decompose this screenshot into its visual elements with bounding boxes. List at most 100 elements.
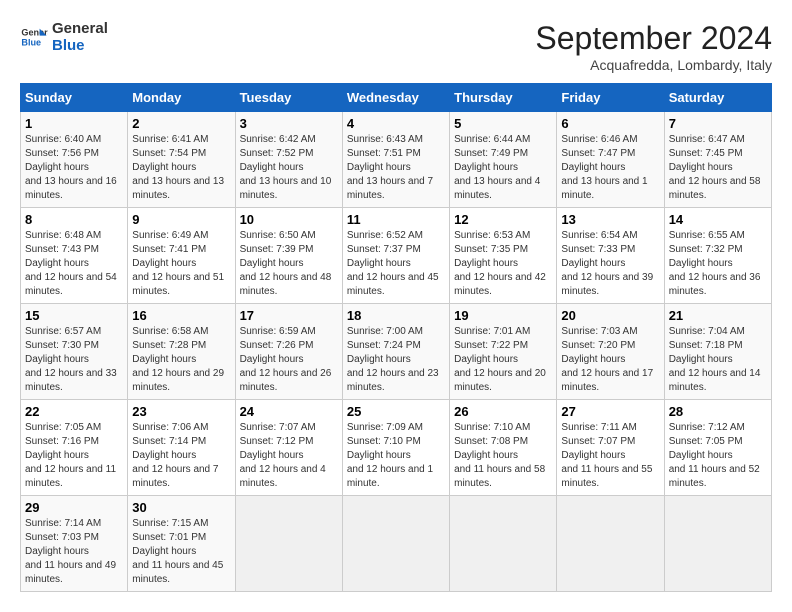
- day-number: 23: [132, 404, 230, 419]
- calendar-cell: 16 Sunrise: 6:58 AM Sunset: 7:28 PM Dayl…: [128, 304, 235, 400]
- day-info: Sunrise: 6:59 AM Sunset: 7:26 PM Dayligh…: [240, 325, 338, 395]
- day-info: Sunrise: 6:41 AM Sunset: 7:54 PM Dayligh…: [132, 133, 230, 203]
- day-number: 25: [347, 404, 445, 419]
- day-info: Sunrise: 6:55 AM Sunset: 7:32 PM Dayligh…: [669, 229, 767, 299]
- calendar-table: Sunday Monday Tuesday Wednesday Thursday…: [20, 83, 772, 592]
- calendar-subtitle: Acquafredda, Lombardy, Italy: [535, 57, 772, 73]
- calendar-cell: 19 Sunrise: 7:01 AM Sunset: 7:22 PM Dayl…: [450, 304, 557, 400]
- logo-icon: General Blue: [20, 23, 48, 51]
- calendar-cell: 26 Sunrise: 7:10 AM Sunset: 7:08 PM Dayl…: [450, 400, 557, 496]
- day-number: 17: [240, 308, 338, 323]
- calendar-cell: 18 Sunrise: 7:00 AM Sunset: 7:24 PM Dayl…: [342, 304, 449, 400]
- calendar-cell: 2 Sunrise: 6:41 AM Sunset: 7:54 PM Dayli…: [128, 112, 235, 208]
- calendar-cell: 7 Sunrise: 6:47 AM Sunset: 7:45 PM Dayli…: [664, 112, 771, 208]
- day-info: Sunrise: 7:05 AM Sunset: 7:16 PM Dayligh…: [25, 421, 123, 491]
- calendar-cell: 6 Sunrise: 6:46 AM Sunset: 7:47 PM Dayli…: [557, 112, 664, 208]
- calendar-cell: 1 Sunrise: 6:40 AM Sunset: 7:56 PM Dayli…: [21, 112, 128, 208]
- day-info: Sunrise: 7:12 AM Sunset: 7:05 PM Dayligh…: [669, 421, 767, 491]
- day-number: 11: [347, 212, 445, 227]
- day-number: 4: [347, 116, 445, 131]
- day-info: Sunrise: 6:44 AM Sunset: 7:49 PM Dayligh…: [454, 133, 552, 203]
- day-info: Sunrise: 7:03 AM Sunset: 7:20 PM Dayligh…: [561, 325, 659, 395]
- day-info: Sunrise: 7:10 AM Sunset: 7:08 PM Dayligh…: [454, 421, 552, 491]
- calendar-week-row: 1 Sunrise: 6:40 AM Sunset: 7:56 PM Dayli…: [21, 112, 772, 208]
- col-thursday: Thursday: [450, 84, 557, 112]
- calendar-body: 1 Sunrise: 6:40 AM Sunset: 7:56 PM Dayli…: [21, 112, 772, 592]
- svg-text:Blue: Blue: [21, 37, 41, 47]
- day-number: 9: [132, 212, 230, 227]
- title-area: September 2024 Acquafredda, Lombardy, It…: [535, 20, 772, 73]
- calendar-cell: 10 Sunrise: 6:50 AM Sunset: 7:39 PM Dayl…: [235, 208, 342, 304]
- calendar-cell: 14 Sunrise: 6:55 AM Sunset: 7:32 PM Dayl…: [664, 208, 771, 304]
- col-tuesday: Tuesday: [235, 84, 342, 112]
- calendar-cell: 21 Sunrise: 7:04 AM Sunset: 7:18 PM Dayl…: [664, 304, 771, 400]
- day-info: Sunrise: 6:50 AM Sunset: 7:39 PM Dayligh…: [240, 229, 338, 299]
- day-number: 5: [454, 116, 552, 131]
- day-number: 3: [240, 116, 338, 131]
- calendar-cell: 27 Sunrise: 7:11 AM Sunset: 7:07 PM Dayl…: [557, 400, 664, 496]
- day-number: 6: [561, 116, 659, 131]
- calendar-cell: 24 Sunrise: 7:07 AM Sunset: 7:12 PM Dayl…: [235, 400, 342, 496]
- col-friday: Friday: [557, 84, 664, 112]
- calendar-cell: [342, 496, 449, 592]
- day-number: 1: [25, 116, 123, 131]
- calendar-cell: 22 Sunrise: 7:05 AM Sunset: 7:16 PM Dayl…: [21, 400, 128, 496]
- col-monday: Monday: [128, 84, 235, 112]
- day-info: Sunrise: 7:00 AM Sunset: 7:24 PM Dayligh…: [347, 325, 445, 395]
- day-number: 13: [561, 212, 659, 227]
- calendar-cell: 8 Sunrise: 6:48 AM Sunset: 7:43 PM Dayli…: [21, 208, 128, 304]
- calendar-title: September 2024: [535, 20, 772, 57]
- day-number: 7: [669, 116, 767, 131]
- day-info: Sunrise: 6:54 AM Sunset: 7:33 PM Dayligh…: [561, 229, 659, 299]
- calendar-cell: [557, 496, 664, 592]
- day-number: 21: [669, 308, 767, 323]
- calendar-week-row: 22 Sunrise: 7:05 AM Sunset: 7:16 PM Dayl…: [21, 400, 772, 496]
- logo-text: General Blue: [52, 20, 108, 54]
- calendar-cell: 23 Sunrise: 7:06 AM Sunset: 7:14 PM Dayl…: [128, 400, 235, 496]
- day-info: Sunrise: 6:52 AM Sunset: 7:37 PM Dayligh…: [347, 229, 445, 299]
- day-info: Sunrise: 7:11 AM Sunset: 7:07 PM Dayligh…: [561, 421, 659, 491]
- day-info: Sunrise: 6:53 AM Sunset: 7:35 PM Dayligh…: [454, 229, 552, 299]
- header: General Blue General Blue September 2024…: [20, 20, 772, 73]
- day-info: Sunrise: 6:43 AM Sunset: 7:51 PM Dayligh…: [347, 133, 445, 203]
- calendar-cell: 13 Sunrise: 6:54 AM Sunset: 7:33 PM Dayl…: [557, 208, 664, 304]
- day-number: 16: [132, 308, 230, 323]
- calendar-cell: [235, 496, 342, 592]
- day-info: Sunrise: 7:07 AM Sunset: 7:12 PM Dayligh…: [240, 421, 338, 491]
- calendar-cell: 30 Sunrise: 7:15 AM Sunset: 7:01 PM Dayl…: [128, 496, 235, 592]
- day-info: Sunrise: 6:40 AM Sunset: 7:56 PM Dayligh…: [25, 133, 123, 203]
- day-number: 27: [561, 404, 659, 419]
- calendar-cell: 4 Sunrise: 6:43 AM Sunset: 7:51 PM Dayli…: [342, 112, 449, 208]
- day-number: 12: [454, 212, 552, 227]
- col-sunday: Sunday: [21, 84, 128, 112]
- calendar-cell: 9 Sunrise: 6:49 AM Sunset: 7:41 PM Dayli…: [128, 208, 235, 304]
- day-info: Sunrise: 6:58 AM Sunset: 7:28 PM Dayligh…: [132, 325, 230, 395]
- day-number: 8: [25, 212, 123, 227]
- calendar-cell: 25 Sunrise: 7:09 AM Sunset: 7:10 PM Dayl…: [342, 400, 449, 496]
- calendar-cell: 28 Sunrise: 7:12 AM Sunset: 7:05 PM Dayl…: [664, 400, 771, 496]
- day-number: 24: [240, 404, 338, 419]
- col-wednesday: Wednesday: [342, 84, 449, 112]
- col-saturday: Saturday: [664, 84, 771, 112]
- calendar-cell: 5 Sunrise: 6:44 AM Sunset: 7:49 PM Dayli…: [450, 112, 557, 208]
- day-number: 26: [454, 404, 552, 419]
- day-info: Sunrise: 6:49 AM Sunset: 7:41 PM Dayligh…: [132, 229, 230, 299]
- header-row: Sunday Monday Tuesday Wednesday Thursday…: [21, 84, 772, 112]
- day-number: 15: [25, 308, 123, 323]
- day-info: Sunrise: 6:47 AM Sunset: 7:45 PM Dayligh…: [669, 133, 767, 203]
- calendar-week-row: 8 Sunrise: 6:48 AM Sunset: 7:43 PM Dayli…: [21, 208, 772, 304]
- calendar-header: Sunday Monday Tuesday Wednesday Thursday…: [21, 84, 772, 112]
- calendar-cell: [450, 496, 557, 592]
- day-number: 2: [132, 116, 230, 131]
- day-info: Sunrise: 6:57 AM Sunset: 7:30 PM Dayligh…: [25, 325, 123, 395]
- day-number: 20: [561, 308, 659, 323]
- calendar-cell: 17 Sunrise: 6:59 AM Sunset: 7:26 PM Dayl…: [235, 304, 342, 400]
- day-info: Sunrise: 7:01 AM Sunset: 7:22 PM Dayligh…: [454, 325, 552, 395]
- day-info: Sunrise: 7:06 AM Sunset: 7:14 PM Dayligh…: [132, 421, 230, 491]
- calendar-cell: [664, 496, 771, 592]
- day-info: Sunrise: 7:09 AM Sunset: 7:10 PM Dayligh…: [347, 421, 445, 491]
- calendar-cell: 11 Sunrise: 6:52 AM Sunset: 7:37 PM Dayl…: [342, 208, 449, 304]
- day-number: 14: [669, 212, 767, 227]
- svg-text:General: General: [21, 28, 48, 38]
- day-number: 22: [25, 404, 123, 419]
